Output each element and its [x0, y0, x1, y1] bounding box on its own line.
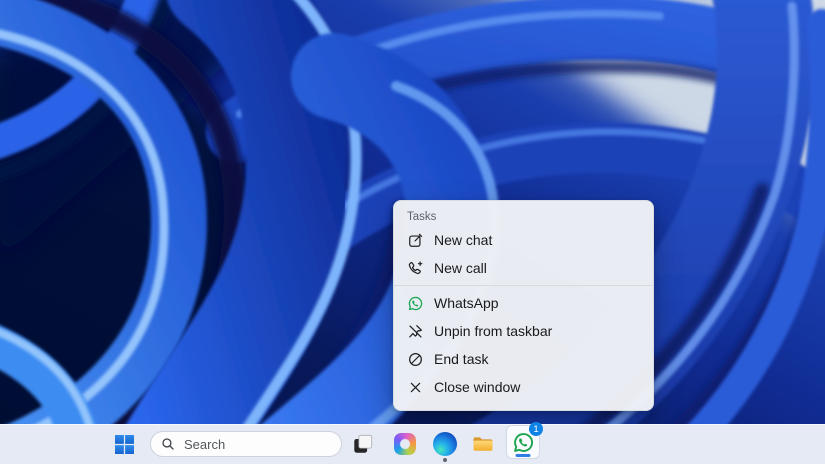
new-chat-icon	[407, 232, 424, 249]
windows-start-icon	[115, 435, 134, 454]
copilot-icon	[394, 433, 416, 455]
menu-item-label: New call	[434, 260, 487, 276]
end-task-icon	[407, 351, 424, 368]
menu-item-label: End task	[434, 351, 488, 367]
whatsapp-taskbar-button[interactable]: 1	[506, 425, 540, 459]
menu-separator	[394, 285, 653, 286]
new-call-icon	[407, 260, 424, 277]
folder-icon	[471, 432, 495, 456]
menu-item-label: New chat	[434, 232, 492, 248]
jumplist-section-header: Tasks	[394, 201, 653, 226]
menu-item-whatsapp[interactable]: WhatsApp	[394, 289, 653, 317]
close-icon	[407, 379, 424, 396]
task-view-button[interactable]	[345, 426, 381, 462]
edge-icon	[433, 432, 457, 456]
edge-running-indicator	[443, 458, 447, 462]
notification-badge: 1	[529, 422, 543, 436]
taskbar-search[interactable]	[150, 431, 342, 457]
task-view-icon	[352, 433, 374, 455]
edge-button[interactable]	[427, 426, 463, 462]
menu-item-label: Unpin from taskbar	[434, 323, 552, 339]
menu-item-end-task[interactable]: End task	[394, 345, 653, 373]
menu-item-label: Close window	[434, 379, 520, 395]
menu-item-unpin-from-taskbar[interactable]: Unpin from taskbar	[394, 317, 653, 345]
unpin-icon	[407, 323, 424, 340]
menu-item-label: WhatsApp	[434, 295, 499, 311]
whatsapp-icon	[407, 295, 424, 312]
start-button[interactable]	[106, 426, 142, 462]
menu-item-new-chat[interactable]: New chat	[394, 226, 653, 254]
search-icon	[161, 437, 175, 451]
menu-item-new-call[interactable]: New call	[394, 254, 653, 282]
taskbar: 1	[0, 424, 825, 464]
search-input[interactable]	[182, 436, 316, 453]
desktop-screen: Tasks New chat New call WhatsA	[0, 0, 825, 464]
whatsapp-jumplist-menu: Tasks New chat New call WhatsA	[393, 200, 654, 411]
copilot-button[interactable]	[387, 426, 423, 462]
menu-item-close-window[interactable]: Close window	[394, 373, 653, 401]
active-app-indicator	[516, 454, 531, 457]
file-explorer-button[interactable]	[465, 426, 501, 462]
